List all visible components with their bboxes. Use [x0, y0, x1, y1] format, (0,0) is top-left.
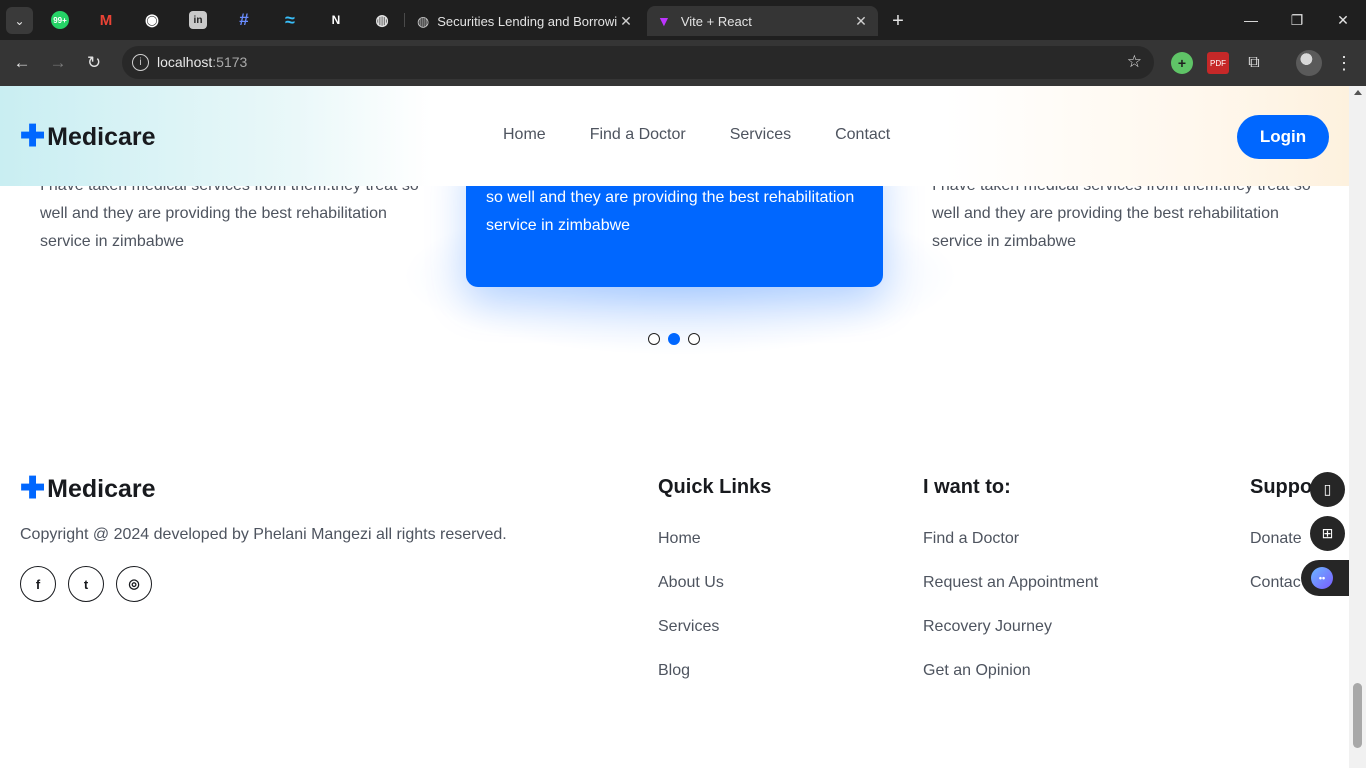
footer-i-want-to: I want to:	[923, 86, 1011, 499]
tab-vite-react[interactable]: ▼ Vite + React ✕	[647, 6, 878, 36]
footer-logo[interactable]: ✚ Medicare	[20, 474, 156, 504]
page-viewport: I have taken medical services from them.…	[0, 86, 1366, 768]
reload-icon[interactable]: ↻	[81, 50, 107, 76]
extension-plus-icon[interactable]: +	[1171, 52, 1193, 74]
scroll-up-arrow-icon[interactable]	[1354, 90, 1362, 95]
apps-grid-icon[interactable]: ⊞	[1310, 516, 1345, 551]
medical-cross-icon: ✚	[20, 472, 46, 505]
footer-column-title: I want to:	[923, 476, 1011, 498]
globe-icon: ◍	[417, 12, 430, 29]
instagram-icon[interactable]: ◎	[116, 566, 152, 602]
restore-button[interactable]: ❐	[1274, 0, 1320, 40]
pinned-tab-github[interactable]: ◉	[132, 6, 172, 34]
close-icon[interactable]: ✕	[852, 13, 870, 30]
footer-column-title: Suppo	[1250, 476, 1313, 498]
back-arrow-icon[interactable]: ←	[9, 50, 35, 76]
assistant-face-icon: ••	[1311, 567, 1333, 589]
footer-link-contact[interactable]: Contac	[1250, 574, 1301, 592]
twitter-icon[interactable]: t	[68, 566, 104, 602]
copyright-text: Copyright @ 2024 developed by Phelani Ma…	[20, 526, 507, 543]
browser-toolbar: ← → ↻ i localhost:5173 ☆ + PDF ⧉ ⋮	[0, 40, 1366, 86]
new-tab-button[interactable]: +	[885, 8, 911, 34]
notion-icon: N	[331, 13, 341, 27]
whatsapp-icon: 99+	[51, 11, 69, 29]
close-icon[interactable]: ✕	[617, 13, 635, 30]
forward-arrow-icon[interactable]: →	[45, 50, 71, 76]
reader-book-icon[interactable]: ▯	[1310, 472, 1345, 507]
hash-icon: #	[239, 10, 249, 29]
nav-home[interactable]: Home	[503, 126, 546, 144]
footer-link-find-a-doctor[interactable]: Find a Doctor	[923, 530, 1019, 548]
facebook-icon[interactable]: f	[20, 566, 56, 602]
footer-link-services[interactable]: Services	[658, 618, 719, 636]
tab-separator	[404, 13, 405, 27]
medical-cross-icon: ✚	[20, 120, 46, 153]
gmail-icon: M	[99, 11, 113, 29]
pinned-tab-gmail[interactable]: M	[86, 6, 126, 34]
pinned-tab-tailwind[interactable]: ≈	[270, 6, 310, 34]
extensions-puzzle-icon[interactable]: ⧉	[1243, 52, 1265, 74]
scroll-thumb[interactable]	[1353, 683, 1362, 748]
header-logo[interactable]: ✚ Medicare	[20, 122, 156, 152]
footer-link-home[interactable]: Home	[658, 530, 701, 548]
pdf-extension-icon[interactable]: PDF	[1207, 52, 1229, 74]
footer-column-title: Quick Links	[658, 476, 772, 498]
footer-link-donate[interactable]: Donate	[1250, 530, 1302, 548]
site-info-icon[interactable]: i	[132, 54, 149, 71]
logo-text: Medicare	[47, 122, 156, 151]
footer-link-get-an-opinion[interactable]: Get an Opinion	[923, 662, 1031, 680]
pinned-tab-copilot[interactable]: ◍	[362, 6, 402, 34]
profile-avatar[interactable]	[1296, 50, 1322, 76]
browser-tab-bar: ⌄ 99+ M ◉ in # ≈ N ◍ ◍ Securities Lendin…	[0, 0, 1366, 40]
footer-link-blog[interactable]: Blog	[658, 662, 690, 680]
footer-support: Suppo	[1250, 86, 1312, 499]
vite-icon: ▼	[657, 13, 671, 29]
footer-link-recovery-journey[interactable]: Recovery Journey	[923, 618, 1052, 636]
minimize-button[interactable]: —	[1228, 0, 1274, 40]
linkedin-icon: in	[189, 11, 207, 29]
pinned-tab-linkedin[interactable]: in	[178, 6, 218, 34]
tab-title: Securities Lending and Borrowin	[437, 13, 617, 29]
bookmark-star-icon[interactable]: ☆	[1127, 52, 1142, 72]
github-icon: ◉	[145, 12, 159, 29]
browser-menu-icon[interactable]: ⋮	[1335, 50, 1353, 76]
footer-link-about-us[interactable]: About Us	[658, 574, 724, 592]
assistant-launcher[interactable]: ••	[1301, 560, 1349, 596]
copilot-icon: ◍	[375, 12, 389, 29]
pinned-tab-whatsapp[interactable]: 99+	[40, 6, 80, 34]
tab-securities-lending[interactable]: ◍ Securities Lending and Borrowin ✕	[407, 6, 643, 36]
tab-search-chevron-icon[interactable]: ⌄	[6, 7, 33, 34]
footer-link-request-appointment[interactable]: Request an Appointment	[923, 574, 1098, 592]
vertical-scrollbar[interactable]	[1349, 86, 1366, 768]
footer-quick-links: Quick Links	[658, 86, 771, 499]
pinned-tab-notion[interactable]: N	[316, 6, 356, 34]
tab-title: Vite + React	[680, 13, 752, 29]
pinned-tab-hash[interactable]: #	[224, 6, 264, 34]
tailwind-icon: ≈	[285, 9, 295, 30]
nav-contact[interactable]: Contact	[835, 126, 890, 144]
logo-text: Medicare	[47, 474, 156, 503]
window-close-button[interactable]: ✕	[1320, 0, 1366, 40]
url-text[interactable]: localhost:5173	[157, 54, 247, 70]
address-bar[interactable]: i localhost:5173 ☆	[122, 46, 1154, 79]
